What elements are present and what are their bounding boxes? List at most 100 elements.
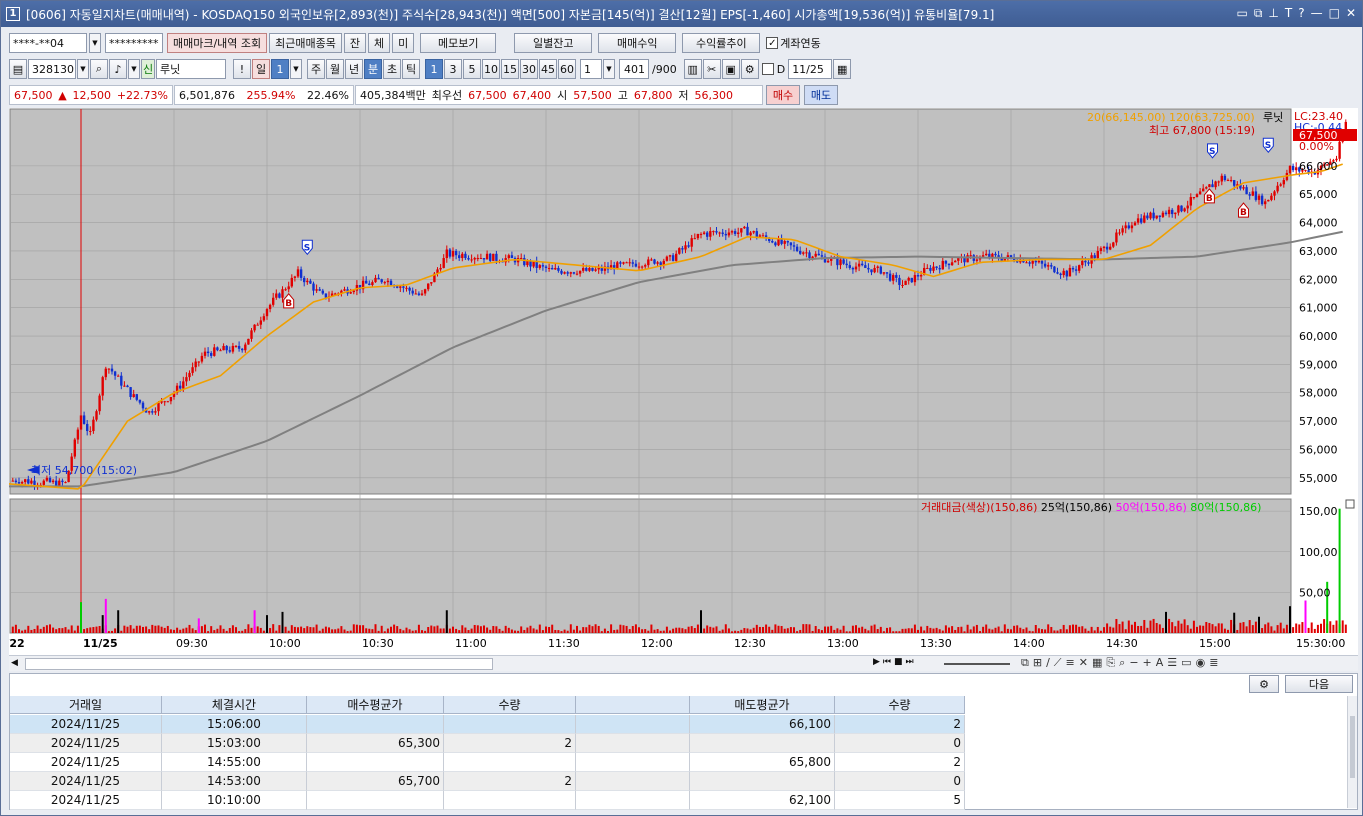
trade-profit-button[interactable]: 매매수익 <box>598 33 677 53</box>
help-icon[interactable]: ? <box>1298 6 1304 21</box>
bar-count-input[interactable]: 401 <box>619 59 649 79</box>
interval-button-5[interactable]: 5 <box>463 59 481 79</box>
interval-button-3[interactable]: 3 <box>444 59 462 79</box>
scroll-left-icon[interactable]: ◀ <box>11 658 18 668</box>
account-input[interactable]: ****-**04 <box>9 33 87 53</box>
close-icon[interactable]: ✕ <box>1346 6 1356 21</box>
yearly-button[interactable]: 년 <box>345 59 363 79</box>
code-dropdown[interactable]: ▼ <box>77 59 89 79</box>
column-header[interactable] <box>576 696 690 714</box>
cross-icon[interactable]: ✕ <box>1079 656 1088 670</box>
paste-icon[interactable]: ⊞ <box>1033 656 1042 670</box>
minute-button[interactable]: 분 <box>364 59 382 79</box>
indicator-icon[interactable]: ▥ <box>683 59 702 79</box>
period-count-field[interactable]: 1 <box>271 59 289 79</box>
line-icon[interactable]: ∕ <box>1046 656 1050 670</box>
unfilled-button[interactable]: 미 <box>392 33 415 53</box>
capture-icon[interactable]: ⎘ <box>1106 656 1115 670</box>
minimize-icon[interactable]: — <box>1311 6 1323 21</box>
plus-icon[interactable]: + <box>1143 656 1152 670</box>
save-icon[interactable]: ▣ <box>721 59 740 79</box>
image-icon[interactable]: ▦ <box>1092 656 1102 670</box>
pane-close-icon[interactable] <box>1345 499 1355 509</box>
buy-button[interactable]: 매수 <box>766 85 800 105</box>
interval-button-60[interactable]: 60 <box>558 59 576 79</box>
monthly-button[interactable]: 월 <box>326 59 344 79</box>
table-row[interactable]: 2024/11/25 15:06:00 66,100 2 <box>10 715 965 734</box>
daily-period-button[interactable]: 일 <box>252 59 270 79</box>
column-header[interactable]: 수량 <box>444 696 576 714</box>
table-row[interactable]: 2024/11/25 14:55:00 65,800 2 <box>10 753 965 772</box>
table-scroll-thumb[interactable] <box>1350 716 1355 778</box>
interval-dropdown[interactable]: ▼ <box>603 59 615 79</box>
price-chart[interactable]: B S B S B S 55,000 56,000 57,000 58,000 59,000 60,… <box>9 108 1358 655</box>
menu-lines-icon[interactable]: ≣ <box>1209 656 1218 670</box>
zoom-icon[interactable]: ⌕ <box>1119 656 1125 670</box>
alert-button[interactable]: ! <box>233 59 251 79</box>
chart-scrollbar[interactable]: ◀ ▶ ⏮ ■ ⏭ ⧉ ⊞ ∕ ⟋ ≡ ✕ ▦ ⎘ ⌕ − + A ☰ ▭ ◉ ≣ <box>9 655 1358 671</box>
return-trend-button[interactable]: 수익률추이 <box>682 33 761 53</box>
stop-icon[interactable]: ■ <box>894 657 903 667</box>
column-header[interactable]: 매도평균가 <box>690 696 835 714</box>
price-pane[interactable] <box>9 108 1292 495</box>
next-button[interactable]: 다음 <box>1285 675 1353 693</box>
pin-icon[interactable]: ⊥ <box>1268 6 1278 21</box>
text-icon[interactable]: T <box>1285 6 1292 21</box>
interval-button-45[interactable]: 45 <box>539 59 557 79</box>
text-tool-icon[interactable]: A <box>1156 656 1164 670</box>
layout-icon[interactable]: ▭ <box>1237 6 1248 21</box>
trade-marks-button[interactable]: 매매마크/내역 조회 <box>167 33 268 53</box>
column-header[interactable]: 거래일 <box>10 696 162 714</box>
trend-icon[interactable]: ⟋ <box>1054 656 1062 670</box>
tool-icon[interactable]: ✂ <box>702 59 721 79</box>
memo-button[interactable]: 메모보기 <box>420 33 497 53</box>
gear-icon[interactable]: ⚙ <box>740 59 759 79</box>
tick-button[interactable]: 틱 <box>402 59 420 79</box>
fibo-icon[interactable]: ≡ <box>1066 656 1075 670</box>
last-icon[interactable]: ⏭ <box>906 657 914 667</box>
table-row[interactable]: 2024/11/25 15:03:00 65,300 2 0 <box>10 734 965 753</box>
interval-input[interactable]: 1 <box>580 59 602 79</box>
list-icon[interactable]: ☰ <box>1167 656 1177 670</box>
weekly-button[interactable]: 주 <box>307 59 325 79</box>
table-scrollbar[interactable] <box>1347 696 1357 808</box>
interval-button-30[interactable]: 30 <box>520 59 538 79</box>
minus-icon[interactable]: − <box>1129 656 1138 670</box>
column-header[interactable]: 매수평균가 <box>307 696 444 714</box>
stock-code-input[interactable]: 328130 <box>28 59 76 79</box>
speaker-icon[interactable]: ♪ <box>109 59 127 79</box>
account-dropdown[interactable]: ▼ <box>89 33 101 53</box>
interval-button-1[interactable]: 1 <box>425 59 443 79</box>
maximize-icon[interactable]: □ <box>1329 6 1340 21</box>
search-icon[interactable]: ⌕ <box>90 59 108 79</box>
volume-pane[interactable] <box>9 498 1292 634</box>
account-link-checkbox[interactable]: ✓ 계좌연동 <box>766 35 821 51</box>
balance-button[interactable]: 잔 <box>343 33 367 53</box>
eye-icon[interactable]: ◉ <box>1196 656 1206 670</box>
second-button[interactable]: 초 <box>383 59 401 79</box>
zoom-slider[interactable] <box>944 663 1010 665</box>
scroll-right-icon[interactable]: ▶ <box>873 657 880 667</box>
password-input[interactable]: ********* <box>105 33 163 53</box>
scroll-thumb[interactable] <box>25 658 493 670</box>
stock-name-field[interactable]: 루닛 <box>156 59 226 79</box>
box-icon[interactable]: ▭ <box>1181 656 1191 670</box>
first-icon[interactable]: ⏮ <box>883 657 891 667</box>
table-row[interactable]: 2024/11/25 10:10:00 62,100 5 <box>10 791 965 810</box>
restore-tile-icon[interactable]: ⧉ <box>1254 6 1263 21</box>
date-input[interactable]: 11/25 <box>788 59 833 79</box>
column-header[interactable]: 체결시간 <box>162 696 307 714</box>
daily-balance-button[interactable]: 일별잔고 <box>514 33 593 53</box>
calendar-icon[interactable]: ▦ <box>833 59 852 79</box>
column-header[interactable]: 수량 <box>835 696 965 714</box>
copy-icon[interactable]: ⧉ <box>1021 656 1029 670</box>
chart-menu-icon[interactable]: ▤ <box>9 59 27 79</box>
table-row[interactable]: 2024/11/25 14:53:00 65,700 2 0 <box>10 772 965 791</box>
check-icon[interactable]: ✓ <box>766 37 779 49</box>
recent-trades-button[interactable]: 최근매매종목 <box>269 33 342 53</box>
sell-button[interactable]: 매도 <box>804 85 838 105</box>
settings-gear-icon[interactable]: ⚙ <box>1249 675 1279 693</box>
filled-button[interactable]: 체 <box>368 33 391 53</box>
period-dropdown[interactable]: ▼ <box>290 59 302 79</box>
interval-button-15[interactable]: 15 <box>501 59 519 79</box>
